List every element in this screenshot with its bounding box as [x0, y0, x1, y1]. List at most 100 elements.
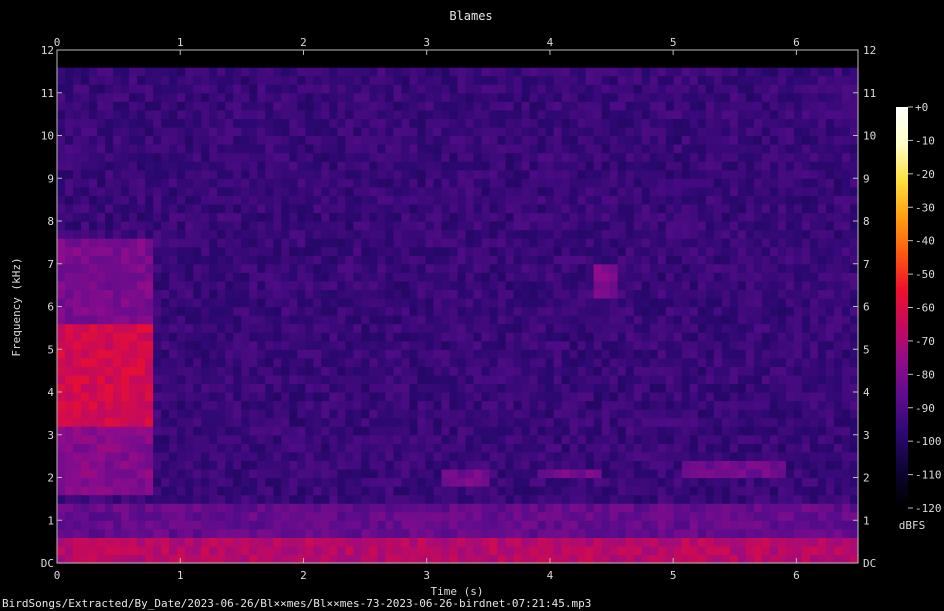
- heatmap-cell: [513, 537, 523, 547]
- heatmap-cell: [593, 92, 603, 102]
- heatmap-cell: [593, 468, 603, 479]
- heatmap-cell: [241, 340, 250, 350]
- heatmap-cell: [81, 443, 90, 453]
- heatmap-cell: [457, 203, 467, 214]
- heatmap-cell: [169, 511, 178, 521]
- heatmap-cell: [665, 280, 675, 290]
- heatmap-cell: [521, 58, 531, 68]
- heatmap-cell: [441, 50, 451, 60]
- heatmap-cell: [449, 443, 459, 453]
- heatmap-cell: [217, 203, 226, 214]
- heatmap-cell: [561, 84, 571, 94]
- heatmap-cell: [345, 460, 354, 470]
- heatmap-cell: [97, 443, 106, 453]
- heatmap-cell: [521, 426, 531, 436]
- heatmap-cell: [225, 306, 234, 316]
- heatmap-cell: [465, 366, 475, 376]
- heatmap-cell: [609, 297, 619, 308]
- heatmap-cell: [625, 434, 635, 444]
- heatmap-cell: [273, 118, 282, 128]
- heatmap-cell: [617, 238, 627, 248]
- heatmap-cell: [353, 195, 362, 205]
- heatmap-cell: [185, 554, 194, 564]
- heatmap-cell: [369, 92, 378, 102]
- heatmap-cell: [425, 340, 435, 350]
- heatmap-cell: [409, 152, 419, 162]
- heatmap-cell: [241, 169, 250, 179]
- heatmap-cell: [537, 126, 547, 137]
- heatmap-cell: [249, 280, 258, 290]
- heatmap-cell: [601, 135, 611, 145]
- heatmap-cell: [377, 315, 387, 325]
- heatmap-cell: [321, 126, 330, 137]
- heatmap-cell: [313, 545, 322, 556]
- heatmap-cell: [193, 84, 202, 94]
- heatmap-cell: [633, 443, 643, 453]
- heatmap-cell: [457, 229, 467, 239]
- heatmap-cell: [273, 144, 282, 154]
- heatmap-cell: [393, 468, 403, 479]
- heatmap-cell: [97, 84, 106, 94]
- heatmap-cell: [457, 118, 467, 128]
- heatmap-cell: [89, 460, 98, 470]
- heatmap-cell: [209, 186, 218, 196]
- heatmap-cell: [457, 195, 467, 205]
- heatmap-cell: [537, 409, 547, 419]
- heatmap-cell: [657, 50, 667, 60]
- heatmap-cell: [481, 255, 491, 265]
- heatmap-cell: [545, 409, 555, 419]
- heatmap-cell: [401, 229, 411, 239]
- heatmap-cell: [225, 67, 234, 77]
- heatmap-cell: [633, 169, 643, 179]
- heatmap-cell: [505, 289, 515, 299]
- heatmap-cell: [457, 400, 467, 410]
- heatmap-cell: [305, 118, 314, 128]
- heatmap-cell: [169, 477, 178, 487]
- heatmap-cell: [665, 272, 675, 282]
- heatmap-cell: [169, 58, 178, 68]
- heatmap-cell: [225, 144, 234, 154]
- heatmap-cell: [177, 75, 186, 85]
- heatmap-cell: [433, 238, 443, 248]
- heatmap-cell: [521, 109, 531, 119]
- heatmap-cell: [409, 289, 419, 299]
- heatmap-cell: [137, 528, 146, 538]
- heatmap-cell: [81, 58, 90, 68]
- heatmap-cell: [433, 58, 443, 68]
- heatmap-cell: [649, 306, 659, 316]
- heatmap-cell: [601, 451, 611, 461]
- heatmap-cell: [129, 434, 138, 444]
- heatmap-cell: [713, 537, 723, 547]
- heatmap-cell: [649, 67, 659, 77]
- heatmap-cell: [377, 92, 387, 102]
- heatmap-cell: [57, 417, 66, 427]
- heatmap-cell: [225, 212, 234, 222]
- heatmap-cell: [137, 392, 146, 402]
- heatmap-cell: [561, 323, 571, 333]
- heatmap-cell: [641, 468, 651, 479]
- heatmap-cell: [321, 349, 330, 359]
- heatmap-cell: [201, 186, 210, 196]
- heatmap-cell: [497, 246, 507, 256]
- heatmap-cell: [537, 332, 547, 342]
- heatmap-cell: [345, 186, 354, 196]
- heatmap-cell: [233, 101, 242, 111]
- heatmap-cell: [249, 451, 258, 461]
- heatmap-cell: [353, 443, 362, 453]
- heatmap-cell: [585, 451, 595, 461]
- heatmap-cell: [569, 357, 579, 367]
- heatmap-cell: [337, 366, 346, 376]
- heatmap-cell: [105, 109, 114, 119]
- heatmap-cell: [233, 238, 242, 248]
- heatmap-cell: [601, 477, 611, 487]
- heatmap-cell: [361, 340, 370, 350]
- heatmap-cell: [177, 152, 186, 162]
- heatmap-cell: [681, 58, 691, 68]
- heatmap-cell: [649, 144, 659, 154]
- heatmap-cell: [593, 280, 603, 290]
- heatmap-cell: [177, 50, 186, 60]
- heatmap-cell: [185, 451, 194, 461]
- heatmap-cell: [305, 50, 314, 60]
- heatmap-cell: [673, 357, 683, 367]
- heatmap-cell: [633, 315, 643, 325]
